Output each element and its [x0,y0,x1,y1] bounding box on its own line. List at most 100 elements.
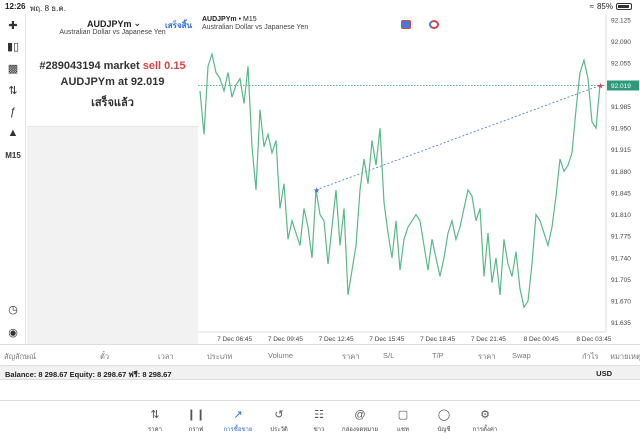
order-status: เสร็จแล้ว [91,97,134,109]
price-tick-label: 91.670 [611,299,631,306]
trade-icon: ↗ [233,409,243,421]
timeframe-button[interactable]: M15 [4,147,22,163]
column-header[interactable]: เวลา [158,351,174,363]
chart-canvas[interactable]: 92.125 92.090 92.055 91.985 91.950 91.915 91.8… [198,14,640,344]
price-tick-label: 92.090 [611,39,631,46]
chart-symbol: AUDJPYm [202,16,237,23]
tab-chart[interactable]: ❙❙ กราฟ [176,408,216,434]
crosshair-icon[interactable]: ✚ [4,17,22,33]
time-tick-label: 7 Dec 12:45 [319,336,354,343]
account-icon: ◯ [437,409,451,421]
battery-icon [616,3,632,10]
trade-open-marker[interactable]: ★ [313,186,320,195]
history-icon: ↺ [274,409,284,421]
price-tick-label: 92.055 [611,61,631,68]
price-tick-label: 91.775 [611,234,631,241]
price-series-line [199,51,601,309]
news-icon: ☷ [314,409,324,421]
trade-result-panel: AUDJPYm ⌄ เสร็จสิ้น Australian Dollar vs… [27,14,198,127]
order-line: #289043194 market sell 0.15 [27,60,198,72]
tab-label: ประวัติ [270,427,288,433]
signal-icon[interactable] [429,20,439,29]
settings-icon: ⚙ [480,409,490,421]
column-header[interactable]: ประเภท [207,351,232,363]
column-header[interactable]: สัญลักษณ์ [4,351,36,363]
time-tick-label: 7 Dec 21:45 [471,336,506,343]
chart-description: Australian Dollar vs Japanese Yen [202,24,309,31]
chevron-down-icon: ⌄ [133,18,142,28]
time-tick-label: 8 Dec 00:45 [524,336,559,343]
price-chart[interactable]: 92.125 92.090 92.055 91.985 91.950 91.915 91.8… [198,14,640,344]
column-header[interactable]: Volume [268,351,293,360]
time-tick-label: 8 Dec 03:45 [576,336,611,343]
order-price-line: AUDJPYm at 92.019 [60,76,165,88]
chart-settings-icon[interactable]: ◷ [4,301,22,317]
symbol-name: AUDJPYm [87,18,132,29]
time-tick-label: 7 Dec 09:45 [268,336,303,343]
trade-connector-line [315,85,601,191]
order-number: #289043194 market [39,60,143,72]
status-bar: 12:26 พฤ. 8 ธ.ค. ≈ 85% [0,0,640,14]
chart-symbol-line: AUDJPYm • M15 [202,16,257,23]
chat-icon: ▢ [397,409,409,421]
tab-label: ข่าว [313,427,325,433]
positions-header: สัญลักษณ์ ตั๋ว เวลา ประเภท Volume ราคา S/L T/P ร… [0,344,640,365]
price-tick-label: 91.705 [611,277,631,284]
price-tick-label: 91.635 [611,320,631,327]
price-tick-label: 91.950 [611,126,631,133]
mailbox-icon: @ [354,409,366,421]
chart-toolbar: ✚ ▮▯ ▩ ⇅ ƒ ▲ M15 ◷ ◉ [0,14,26,344]
balance-row: Balance: 8 298.67 Equity: 8 298.67 ฟรี: … [0,365,640,380]
price-tick-label: 91.810 [611,212,631,219]
column-header[interactable]: หมายเหตุ [610,351,640,363]
one-click-trading-icon[interactable]: ◉ [4,324,22,340]
tab-label: บัญชี [437,427,451,433]
status-right: ≈ 85% [590,2,632,11]
bar-chart-icon[interactable]: ▩ [4,60,22,76]
column-header[interactable]: T/P [432,351,444,360]
trade-panel-icon[interactable] [401,20,411,29]
tab-history[interactable]: ↺ ประวัติ [259,408,299,434]
column-header[interactable]: Swap [512,351,531,360]
trading-screen: 12:26 พฤ. 8 ธ.ค. ≈ 85% ✚ ▮▯ ▩ ⇅ ƒ ▲ M15 … [0,0,640,447]
panel-background [27,127,198,344]
objects-icon[interactable]: ▲ [4,125,22,141]
tab-label: กราฟ [188,427,204,433]
column-header[interactable]: ตั๋ว [100,351,109,363]
indicators-icon[interactable]: ⇅ [4,82,22,98]
column-header[interactable]: ราคา [478,351,495,363]
candlestick-icon[interactable]: ▮▯ [4,38,22,54]
quotes-icon: ⇅ [150,409,160,421]
tab-mailbox[interactable]: @ กล่องจดหมาย [340,408,380,434]
tab-label: แชท [397,427,409,433]
tab-label: ราคา [148,427,162,433]
tab-settings[interactable]: ⚙ การตั้งค่า [465,408,505,434]
tab-chat[interactable]: ▢ แชท [383,408,423,434]
tab-account[interactable]: ◯ บัญชี [424,408,464,434]
price-tick-label: 92.125 [611,18,631,25]
symbol-description: Australian Dollar vs Japanese Yen [59,29,166,36]
column-header[interactable]: กำไร [582,351,599,363]
account-currency: USD [596,369,612,378]
tab-quotes[interactable]: ⇅ ราคา [135,408,175,434]
function-icon[interactable]: ƒ [4,104,22,120]
tab-label: การซื้อขาย [223,427,253,433]
balance-text: Balance: 8 298.67 Equity: 8 298.67 ฟรี: … [5,370,172,379]
chart-timeframe: M15 [242,16,257,23]
price-tick-label: 91.880 [611,169,631,176]
trade-close-marker[interactable]: ★ [597,81,604,90]
tab-label: การตั้งค่า [472,427,498,433]
order-side: sell 0.15 [142,60,186,72]
price-tick-label: 91.740 [611,255,631,262]
column-header[interactable]: ราคา [342,351,359,363]
tab-trade[interactable]: ↗ การซื้อขาย [218,408,258,434]
tab-news[interactable]: ☷ ข่าว [299,408,339,434]
time-tick-label: 7 Dec 18:45 [420,336,455,343]
bottom-tab-bar: ⇅ ราคา ❙❙ กราฟ ↗ การซื้อขาย ↺ ประวัติ ☷ ข่าว @ กล่อ… [0,400,640,447]
price-tick-label: 91.915 [611,147,631,154]
chart-icon: ❙❙ [186,409,206,421]
symbol-selector[interactable]: AUDJPYm ⌄ [87,18,141,29]
chart-header-icons [401,20,439,29]
price-tick-label: 91.845 [611,190,631,197]
column-header[interactable]: S/L [383,351,394,360]
